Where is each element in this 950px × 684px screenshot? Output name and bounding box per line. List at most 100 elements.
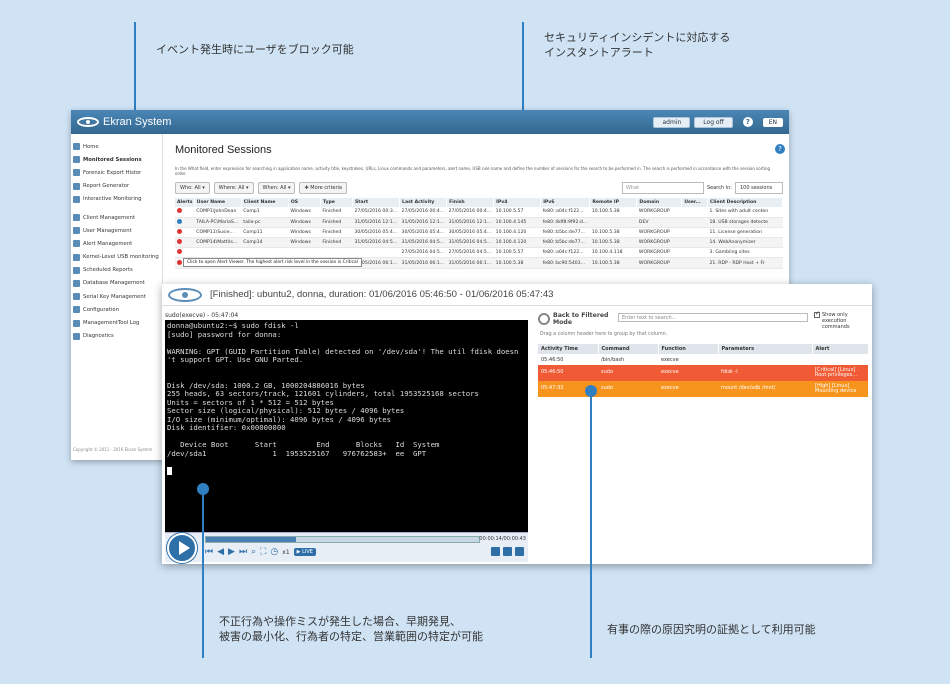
admin-button[interactable]: admin [653, 116, 691, 128]
activity-column-header[interactable]: Function [658, 344, 719, 354]
activity-row[interactable]: 05:46:50/bin/bash execve [538, 354, 868, 365]
play-button[interactable] [167, 533, 197, 563]
export-icon[interactable] [515, 547, 524, 556]
column-header[interactable]: Start [352, 198, 401, 207]
speed-icon[interactable]: ◷ [270, 547, 278, 557]
nav-icon [73, 240, 80, 248]
zoom-icon[interactable]: ⌕ [251, 547, 256, 557]
skip-start-icon[interactable]: ⏮ [205, 547, 213, 557]
logoff-button[interactable]: Log off [694, 116, 733, 128]
activity-column-header[interactable]: Activity Time [538, 344, 599, 354]
skip-end-icon[interactable]: ⏭ [239, 547, 247, 557]
step-forward-icon[interactable]: ▶ [228, 547, 235, 557]
sidebar-item[interactable]: User Management [71, 224, 162, 237]
alert-icon[interactable] [177, 239, 182, 245]
column-header[interactable]: Alerts [175, 198, 195, 207]
page-help-icon[interactable]: ? [775, 144, 785, 154]
where-filter[interactable]: Where: All ▾ [213, 182, 254, 194]
more-criteria-button[interactable]: ✚ More criteria [299, 182, 347, 194]
activity-cell-cmd: sudo [598, 365, 658, 381]
sidebar-item[interactable]: Database Management [71, 277, 162, 290]
terminal-cursor [167, 466, 172, 475]
sidebar-item[interactable]: ManagementTool Log [71, 316, 162, 329]
sidebar-item[interactable]: Alert Management [71, 237, 162, 250]
sidebar-item[interactable]: Configuration [71, 303, 162, 316]
table-cell: WORKGROUP [636, 227, 682, 239]
table-cell [681, 257, 708, 269]
table-row[interactable]: COMP1\JohnDean Comp1 Windows Finished 27/05/… [175, 207, 783, 218]
callout-line-bottom-right [590, 390, 592, 658]
column-header[interactable]: Finish [446, 198, 495, 207]
sessions-count-select[interactable]: 100 sessions [735, 182, 783, 194]
eye-logo-icon [77, 117, 99, 127]
sidebar-item[interactable]: Monitored Sessions [71, 153, 162, 166]
sidebar-item[interactable]: Interactive Monitoring [71, 193, 162, 206]
callout-text-top-right: セキュリティインシデントに対応する インスタントアラート [544, 31, 731, 59]
table-row[interactable]: COMP11\Susie... Comp11 Windows Finished 30/0… [175, 227, 783, 239]
fit-screen-icon[interactable]: ⛶ [260, 547, 266, 557]
table-cell: 27/05/2016 00:4... [446, 207, 494, 218]
activity-column-header[interactable]: Parameters [718, 344, 813, 354]
activity-cell-time: 05:46:50 [541, 356, 564, 363]
alert-icon[interactable] [177, 208, 182, 214]
table-row[interactable]: 27/05/2016 04:5... 27/05/2016 04:5... 10.1… [175, 247, 783, 259]
nav-icon [73, 182, 80, 190]
show-only-exec-checkbox[interactable]: Show only execution commands [814, 311, 872, 330]
back-to-filtered-button[interactable]: Back to Filtered Mode [538, 312, 623, 326]
table-cell: 27/05/2016 00:4... [399, 207, 447, 218]
table-cell: WORKGROUP [636, 207, 682, 218]
table-row[interactable]: TAILA-PC\MariaS... taila-pc Windows Finishe… [175, 217, 783, 228]
sidebar-item[interactable]: Forensic Export Histor [71, 166, 162, 179]
column-header[interactable]: IPv6 [540, 198, 591, 207]
print-icon[interactable] [503, 547, 512, 556]
step-back-icon[interactable]: ◀ [217, 547, 224, 557]
column-header[interactable]: Remote IP [589, 198, 638, 207]
activity-search-input[interactable]: Enter text to search... [618, 313, 808, 322]
what-search-input[interactable]: What [621, 182, 704, 194]
activity-row[interactable]: 05:46:50 sudo execve fdisk -l [Critical] [Li… [538, 365, 868, 381]
sidebar-item[interactable]: Kernel-Level USB monitoring [71, 251, 162, 264]
sidebar-item-label: Database Management [83, 280, 145, 287]
alert-icon[interactable] [177, 218, 182, 224]
column-header[interactable]: Client Description [707, 198, 784, 207]
column-header[interactable]: IPv4 [493, 198, 542, 207]
sidebar-item[interactable]: Diagnostics [71, 330, 162, 343]
alert-cell [175, 227, 195, 239]
alert-cell [175, 217, 195, 228]
live-button[interactable]: ▶ LIVE [293, 548, 316, 556]
activity-column-header[interactable]: Command [598, 344, 659, 354]
column-header[interactable]: Type [320, 198, 354, 207]
table-cell: 27/05/2016 00:3... [352, 207, 400, 218]
column-header[interactable]: Client Name [241, 198, 289, 207]
sidebar-item[interactable]: Scheduled Reports [71, 264, 162, 277]
back-arrow-icon [538, 313, 550, 325]
time-display: 00:00:14/00:00:43 [479, 536, 526, 542]
activity-column-header[interactable]: Alert [812, 344, 869, 354]
sidebar-item[interactable]: Serial Key Management [71, 290, 162, 303]
column-header[interactable]: Domain [636, 198, 683, 207]
table-cell: WORKGROUP [636, 247, 682, 259]
timeline-slider[interactable] [205, 536, 480, 543]
when-filter[interactable]: When: All ▾ [257, 182, 296, 194]
alert-icon[interactable] [177, 249, 182, 255]
sidebar-item[interactable]: Report Generator [71, 180, 162, 193]
terminal-screen: donna@ubuntu2:~$ sudo fdisk -l [sudo] pa… [165, 320, 528, 532]
language-select[interactable]: EN [762, 117, 783, 127]
sidebar-item[interactable]: Client Management [71, 211, 162, 224]
table-cell: fe80::b5bc:de77... [540, 227, 590, 239]
who-filter[interactable]: Who: All ▾ [175, 182, 210, 194]
column-header[interactable]: User Name [194, 198, 242, 207]
alert-icon[interactable] [177, 259, 182, 265]
grid-view-icon[interactable] [491, 547, 500, 556]
column-header[interactable]: OS [288, 198, 321, 207]
column-header[interactable]: Last Activity [399, 198, 448, 207]
table-cell: 31/05/2016 04:5... [352, 237, 400, 249]
table-cell [288, 247, 321, 259]
column-header[interactable]: User... [681, 198, 708, 207]
sidebar-item[interactable]: Home [71, 140, 162, 153]
help-icon[interactable]: ? [742, 117, 753, 127]
table-cell: TAILA-PC\MariaS... [194, 217, 242, 228]
table-row[interactable]: COMP14\Matt\Is... Comp14 Windows Finished 31… [175, 237, 783, 249]
speed-label: x1 [282, 548, 290, 556]
alert-icon[interactable] [177, 228, 182, 234]
